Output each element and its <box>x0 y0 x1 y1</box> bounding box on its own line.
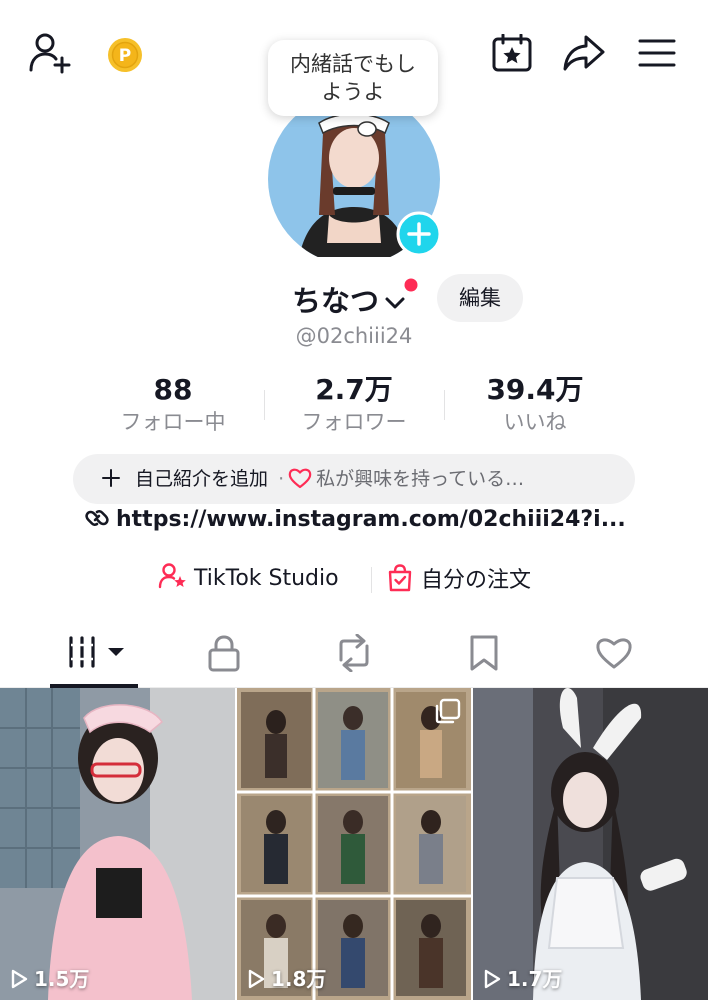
tab-videos[interactable] <box>24 620 165 686</box>
multi-photo-icon <box>435 698 461 724</box>
play-icon <box>11 969 28 989</box>
content-tabs <box>0 620 708 686</box>
view-count-text: 1.8万 <box>271 967 327 991</box>
coin-icon[interactable]: P <box>106 36 144 74</box>
heart-outline-icon <box>596 638 632 669</box>
link-icon <box>85 510 109 526</box>
profile-handle: @02chiii24 <box>295 324 413 348</box>
notification-dot <box>404 278 418 292</box>
video-thumbnail[interactable]: 1.8万 <box>237 688 471 1000</box>
heart-icon <box>288 468 312 489</box>
video-thumbnail-image <box>0 688 235 1000</box>
lock-icon <box>208 635 240 672</box>
stat-divider <box>444 390 445 420</box>
plus-icon <box>102 469 120 487</box>
add-avatar-icon[interactable] <box>396 211 442 257</box>
link-url: https://www.instagram.com/02chiii24?i... <box>116 507 626 532</box>
shortcut-divider <box>371 567 372 593</box>
play-icon <box>248 969 265 989</box>
likes-label: いいね <box>503 410 567 434</box>
creator-icon <box>158 563 186 589</box>
menu-icon[interactable] <box>638 38 676 68</box>
video-thumbnail[interactable]: 1.7万 <box>473 688 708 1000</box>
my-orders-link[interactable]: 自分の注文 <box>387 562 531 594</box>
grid-icon <box>69 636 124 668</box>
tab-liked[interactable] <box>543 620 684 686</box>
followers-count: 2.7万 <box>315 373 393 406</box>
studio-label: TikTok Studio <box>194 566 339 591</box>
add-friend-icon[interactable] <box>28 32 74 74</box>
tab-reposts[interactable] <box>283 620 424 686</box>
tab-favorites[interactable] <box>413 620 554 686</box>
shopping-bag-icon <box>388 564 412 592</box>
stat-followers[interactable]: 2.7万 フォロワー <box>279 372 429 436</box>
edit-profile-button[interactable]: 編集 <box>437 274 523 322</box>
following-label: フォロー中 <box>120 410 226 434</box>
interest-text: 私が興味を持っている… <box>316 468 525 490</box>
share-icon[interactable] <box>562 34 606 72</box>
profile-name-text: ちなつ <box>292 284 380 318</box>
tab-private[interactable] <box>153 620 294 686</box>
stat-likes[interactable]: 39.4万 いいね <box>460 372 610 436</box>
repost-icon <box>339 634 369 672</box>
bio-separator: · <box>278 468 285 490</box>
profile-link[interactable]: https://www.instagram.com/02chiii24?i... <box>84 505 626 532</box>
likes-count: 39.4万 <box>486 373 584 406</box>
video-thumbnail-image <box>473 688 708 1000</box>
note-line-2: ようよ <box>321 80 385 104</box>
note-bubble[interactable]: 内緒話でもし ようよ <box>268 40 438 116</box>
video-thumbnail[interactable]: 1.5万 <box>0 688 235 1000</box>
view-count-text: 1.7万 <box>507 967 563 991</box>
add-bio-label: 自己紹介を追加 <box>135 468 269 490</box>
video-thumbnail-image <box>237 688 471 1000</box>
profile-name[interactable]: ちなつ <box>292 278 407 320</box>
view-count-text: 1.5万 <box>34 967 90 991</box>
calendar-star-icon[interactable] <box>492 34 532 72</box>
orders-label: 自分の注文 <box>421 568 532 593</box>
tiktok-studio-link[interactable]: TikTok Studio <box>158 562 339 591</box>
stat-following[interactable]: 88 フォロー中 <box>98 372 248 436</box>
svg-text:P: P <box>119 46 131 66</box>
view-count: 1.5万 <box>10 963 89 992</box>
play-icon <box>484 969 501 989</box>
chevron-down-icon[interactable] <box>383 293 407 313</box>
bio-pill[interactable]: 自己紹介を追加 · 私が興味を持っている… <box>73 454 635 504</box>
view-count: 1.8万 <box>247 963 326 992</box>
bookmark-icon <box>470 635 498 671</box>
stat-divider <box>264 390 265 420</box>
note-line-1: 内緒話でもし <box>290 52 416 76</box>
following-count: 88 <box>153 373 193 406</box>
followers-label: フォロワー <box>301 410 407 434</box>
view-count: 1.7万 <box>483 963 562 992</box>
